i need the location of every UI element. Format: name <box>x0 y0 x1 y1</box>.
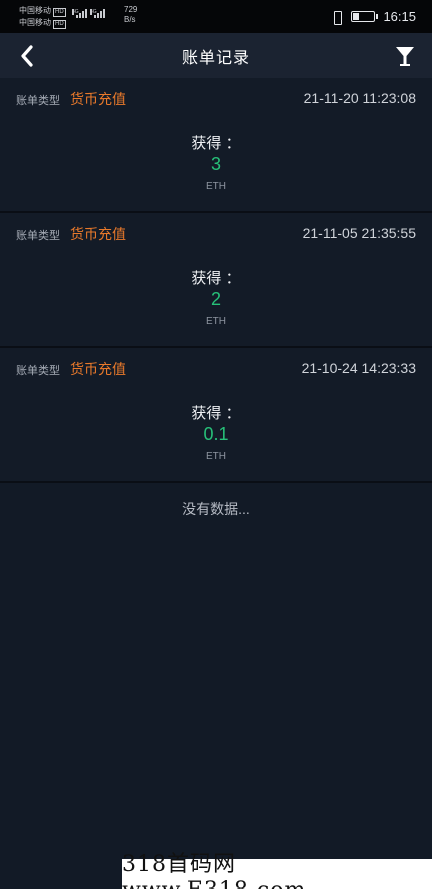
hd-badge-1: HD <box>53 8 66 17</box>
record-timestamp: 21-11-05 21:35:55 <box>302 225 416 241</box>
list-item[interactable]: 账单类型 货币充值 21-10-24 14:23:33 获得 ： 0.1 ETH <box>0 348 432 483</box>
bill-type-label: 账单类型 <box>16 230 60 242</box>
no-more-data-text: 没有数据... <box>182 501 250 517</box>
list-item[interactable]: 账单类型 货币充值 21-11-05 21:35:55 获得 ： 2 ETH <box>0 213 432 348</box>
bill-type-value: 货币充值 <box>70 91 126 107</box>
bill-type-value: 货币充值 <box>70 226 126 242</box>
back-chevron-icon <box>21 45 33 67</box>
carrier-2-label: 中国移动 <box>19 18 51 27</box>
network-speed-unit: B/s <box>124 15 136 24</box>
network-speed: 729 B/s <box>124 5 137 25</box>
network-speed-value: 729 <box>124 5 138 14</box>
status-bar: 中国移动 HD 中国移动 HD 4G 4G 729 B/s 16:15 <box>0 0 432 33</box>
amount-value: 0.1 <box>203 424 229 444</box>
currency-unit: ETH <box>206 181 226 192</box>
signal-icon-2: 4G <box>90 9 105 18</box>
bill-record-list: 账单类型 货币充值 21-11-20 11:23:08 获得 ： 3 ETH 账… <box>0 78 432 483</box>
bill-type-value: 货币充值 <box>70 361 126 377</box>
signal-strength: 4G 4G <box>72 9 105 18</box>
network-type-2: 4G <box>90 9 97 15</box>
record-timestamp: 21-10-24 14:23:33 <box>301 360 416 376</box>
carrier-2: 中国移动 HD <box>19 17 66 29</box>
app-header: 账单记录 <box>0 33 432 78</box>
right-status: 16:15 <box>331 9 416 25</box>
clock: 16:15 <box>383 9 416 24</box>
amount-value: 2 <box>210 289 221 309</box>
currency-unit: ETH <box>206 451 226 462</box>
got-label: 获得 ： <box>191 270 241 287</box>
got-label: 获得 ： <box>191 405 241 422</box>
bill-type-label: 账单类型 <box>16 95 60 107</box>
signal-icon-1: 4G <box>72 9 87 18</box>
page-title: 账单记录 <box>181 49 250 67</box>
currency-unit: ETH <box>206 316 226 327</box>
back-button[interactable] <box>12 41 42 71</box>
amount-value: 3 <box>210 154 221 174</box>
filter-button[interactable] <box>390 41 420 71</box>
battery-icon <box>351 11 379 22</box>
record-timestamp: 21-11-20 11:23:08 <box>303 90 416 106</box>
vibrate-icon <box>331 10 343 25</box>
carrier-1-label: 中国移动 <box>19 6 51 15</box>
got-label: 获得 ： <box>191 135 241 152</box>
filter-funnel-icon <box>396 47 414 66</box>
network-type-1: 4G <box>72 9 79 15</box>
list-item[interactable]: 账单类型 货币充值 21-11-20 11:23:08 获得 ： 3 ETH <box>0 78 432 213</box>
bill-type-label: 账单类型 <box>16 365 60 377</box>
carrier-1: 中国移动 HD <box>19 5 66 17</box>
hd-badge-2: HD <box>53 20 66 29</box>
watermark: 318首码网 www.E318.com <box>122 852 432 889</box>
